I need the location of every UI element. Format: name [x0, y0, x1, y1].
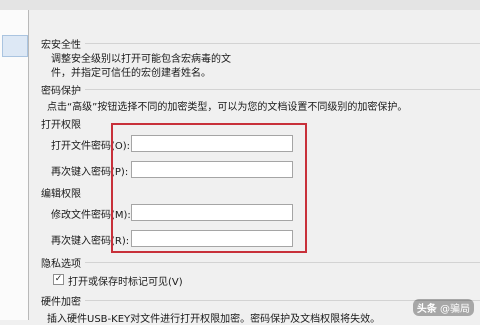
- watermark-platform: 头条: [416, 304, 437, 315]
- reenter-open-password-label: 再次键入密码(P):: [51, 167, 129, 178]
- hardware-encryption-desc: 插入硬件USB-KEY对文件进行打开权限加密。密码保护及文档权限将失效。: [47, 314, 381, 325]
- hardware-encryption-title: 硬件加密: [41, 297, 85, 308]
- macro-security-desc-line1: 调整安全级别以打开可能包含宏病毒的文: [51, 54, 231, 65]
- reenter-modify-password-field[interactable]: [131, 230, 293, 247]
- macro-security-title: 宏安全性: [41, 40, 85, 51]
- privacy-group: 隐私选项: [41, 255, 480, 270]
- password-protection-desc: 点击“高级”按钮选择不同的加密类型，可以为您的文档设置不同级别的加密保护。: [47, 102, 408, 113]
- modify-password-field[interactable]: [131, 204, 293, 221]
- window-top-strip: [0, 0, 480, 10]
- watermark-account: @骗局: [440, 304, 470, 315]
- options-nav-pane[interactable]: [0, 10, 29, 320]
- open-password-field[interactable]: [131, 135, 293, 152]
- password-protection-title: 密码保护: [41, 86, 85, 97]
- nav-selected-item[interactable]: [2, 35, 28, 57]
- open-password-label: 打开文件密码(O):: [51, 141, 131, 152]
- macro-security-desc-line2: 件，并指定可信任的宏创建者姓名。: [51, 68, 211, 79]
- macro-security-group: 宏安全性: [41, 36, 480, 51]
- watermark: 头条 @骗局: [412, 299, 474, 316]
- reenter-open-password-field[interactable]: [131, 161, 293, 178]
- security-settings-panel: 宏安全性 调整安全级别以打开可能包含宏病毒的文 件，并指定可信任的宏创建者姓名。…: [29, 10, 480, 325]
- reenter-modify-password-label: 再次键入密码(R):: [51, 236, 130, 247]
- mark-visible-label[interactable]: 打开或保存时标记可见(V): [68, 273, 183, 288]
- hardware-encryption-group: 硬件加密: [41, 293, 480, 308]
- edit-permission-title: 编辑权限: [41, 189, 81, 200]
- password-protection-group: 密码保护: [41, 82, 480, 97]
- privacy-title: 隐私选项: [41, 259, 85, 270]
- modify-password-label: 修改文件密码(M):: [51, 210, 131, 221]
- open-permission-title: 打开权限: [41, 120, 81, 131]
- mark-visible-checkbox[interactable]: ✓: [53, 274, 64, 285]
